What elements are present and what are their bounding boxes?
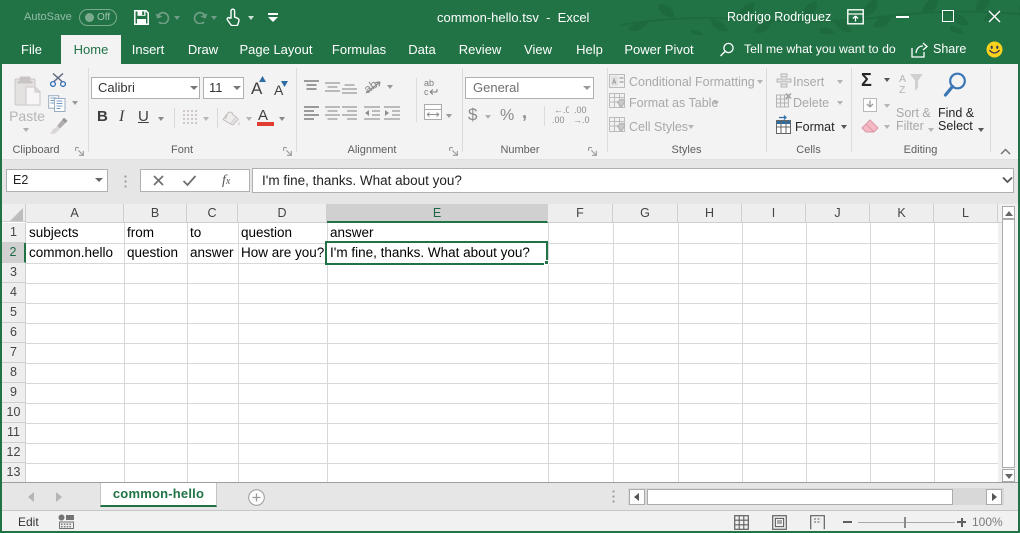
svg-text:←.0: ←.0 (554, 105, 569, 115)
svg-text:ab: ab (361, 79, 380, 96)
svg-text:c: c (424, 87, 429, 96)
svg-text:Z: Z (899, 84, 906, 95)
svg-text:→.0: →.0 (573, 115, 590, 124)
svg-text:.00: .00 (574, 105, 587, 115)
svg-text:.00: .00 (552, 115, 565, 124)
